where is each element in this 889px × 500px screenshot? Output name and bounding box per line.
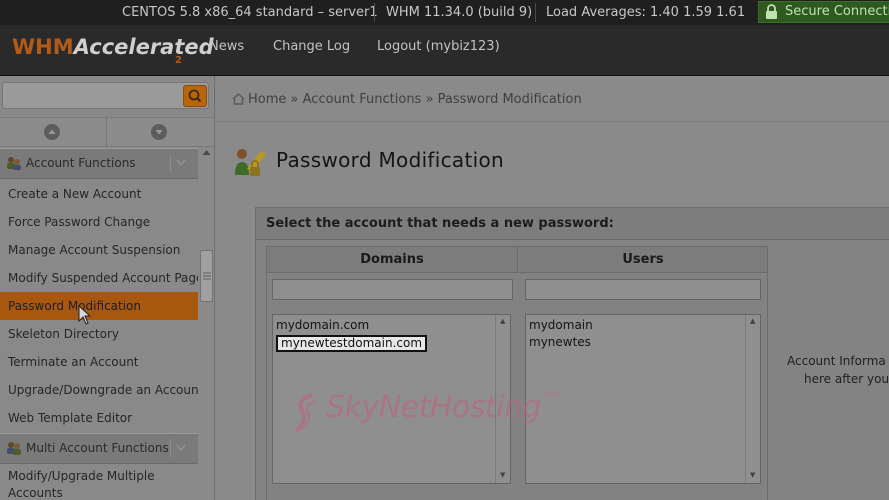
chevron-down-icon[interactable]: [170, 154, 190, 172]
column-header-domains: Domains: [267, 247, 518, 273]
column-header-users: Users: [519, 247, 767, 273]
sidebar-scroll-up-button[interactable]: [0, 118, 106, 146]
status-divider: [374, 3, 375, 22]
arrow-down-icon: [151, 124, 167, 140]
sidebar-item-modify-upgrade-multiple[interactable]: Modify/Upgrade Multiple Accounts: [0, 466, 198, 500]
user-option[interactable]: mydomain: [529, 317, 593, 334]
account-information-line2: here after you: [804, 372, 889, 386]
server-status-bar: CENTOS 5.8 x86_64 standard – server1 WHM…: [0, 0, 889, 25]
domain-option[interactable]: mydomain.com: [276, 317, 369, 334]
breadcrumb-home[interactable]: Home: [248, 92, 286, 107]
whm-logo[interactable]: WHMAccelerated 2: [12, 35, 214, 67]
whm-version: WHM 11.34.0 (build 9): [386, 5, 533, 20]
account-select-table: Domains Users mydomain.com mynewtestdoma…: [266, 246, 768, 500]
sidebar-item-manage-suspension[interactable]: Manage Account Suspension: [0, 236, 198, 264]
breadcrumb-separator: »: [425, 92, 434, 107]
panel-title: Select the account that needs a new pass…: [256, 208, 889, 240]
sidebar-scrollbar[interactable]: [199, 147, 214, 500]
scroll-down-arrow-icon[interactable]: ▼: [500, 471, 505, 479]
group-multi-account-functions-label: Multi Account Functions: [26, 441, 169, 455]
users-list-scrollbar[interactable]: ▲ ▼: [745, 315, 760, 483]
scroll-up-arrow-icon[interactable]: ▲: [500, 317, 505, 325]
sidebar: Account Functions Create a New Account F…: [0, 76, 215, 500]
group-account-functions[interactable]: Account Functions: [0, 148, 198, 179]
mouse-cursor-icon: [78, 305, 92, 325]
os-info: CENTOS 5.8 x86_64 standard – server1: [122, 5, 378, 20]
sidebar-item-upgrade-downgrade[interactable]: Upgrade/Downgrade an Account: [0, 376, 198, 404]
main-content: Home » Account Functions » Password Modi…: [216, 76, 889, 500]
sidebar-item-skeleton-directory[interactable]: Skeleton Directory: [0, 320, 198, 348]
logo-version: 2: [175, 55, 182, 66]
arrow-up-icon: [44, 124, 60, 140]
divider: [216, 121, 889, 122]
status-divider: [535, 3, 536, 22]
secure-connection-badge: Secure Connectio: [758, 1, 889, 23]
app-header: WHMAccelerated 2 News Change Log Logout …: [0, 25, 889, 76]
nav-logout[interactable]: Logout (mybiz123): [377, 39, 500, 54]
sidebar-item-force-password-change[interactable]: Force Password Change: [0, 208, 198, 236]
sidebar-item-password-modification[interactable]: Password Modification: [0, 292, 198, 320]
breadcrumb-current: Password Modification: [437, 92, 582, 107]
logo-accelerated: Accelerated: [73, 35, 214, 59]
sidebar-scrollbar-thumb[interactable]: [200, 250, 213, 302]
sidebar-item-modify-suspended-page[interactable]: Modify Suspended Account Page: [0, 264, 198, 292]
lock-icon: [766, 4, 777, 19]
search-button[interactable]: [183, 85, 207, 107]
password-modification-icon: [235, 149, 266, 176]
scroll-up-arrow-icon[interactable]: ▲: [750, 317, 755, 325]
account-information-text: Account Informa here after you: [787, 352, 889, 388]
breadcrumb-separator: »: [290, 92, 299, 107]
home-icon: [232, 93, 245, 105]
chevron-down-icon[interactable]: [170, 439, 190, 457]
sidebar-search: [2, 82, 209, 109]
nav-news[interactable]: News: [209, 39, 244, 54]
breadcrumb: Home » Account Functions » Password Modi…: [232, 92, 582, 107]
account-information-line1: Account Informa: [787, 354, 886, 368]
nav-change-log[interactable]: Change Log: [273, 39, 350, 54]
sidebar-scroll-controls: [0, 117, 214, 147]
group-account-functions-label: Account Functions: [26, 156, 136, 170]
sidebar-item-web-template-editor[interactable]: Web Template Editor: [0, 404, 198, 432]
sidebar-item-terminate-account[interactable]: Terminate an Account: [0, 348, 198, 376]
multi-account-functions-icon: [7, 442, 21, 455]
watermark-text: SkyNetHosting: [326, 390, 542, 425]
page-title: Password Modification: [276, 148, 504, 172]
domains-filter-input[interactable]: [272, 279, 513, 300]
group-multi-account-functions[interactable]: Multi Account Functions: [0, 433, 198, 464]
user-option[interactable]: mynewtes: [529, 334, 591, 351]
logo-whm: WHM: [12, 35, 74, 59]
scroll-down-arrow-icon[interactable]: ▼: [750, 471, 755, 479]
domain-option-selected[interactable]: mynewtestdomain.com: [276, 335, 428, 352]
sidebar-item-create-account[interactable]: Create a New Account: [0, 180, 198, 208]
search-icon: [188, 89, 202, 103]
watermark-suffix: .net: [541, 390, 559, 400]
sidebar-scroll-down-button[interactable]: [107, 118, 213, 146]
secure-connection-label: Secure Connectio: [785, 4, 889, 19]
search-input[interactable]: [5, 85, 177, 106]
watermark: SkyNetHosting.net: [290, 390, 559, 435]
watermark-logo-icon: [294, 392, 317, 433]
load-averages: Load Averages: 1.40 1.59 1.61: [546, 5, 746, 20]
breadcrumb-account-functions[interactable]: Account Functions: [303, 92, 422, 107]
scroll-up-arrow-icon[interactable]: [202, 149, 211, 156]
users-filter-input[interactable]: [525, 279, 761, 300]
users-list[interactable]: mydomain mynewtes ▲ ▼: [525, 314, 761, 484]
account-functions-icon: [7, 157, 21, 170]
